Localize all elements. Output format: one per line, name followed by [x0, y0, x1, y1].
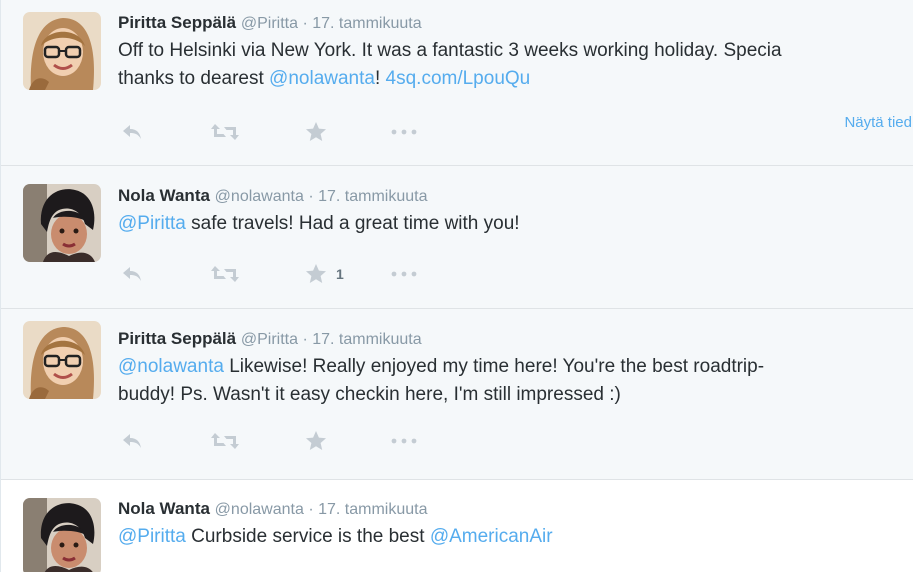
- text-segment: Curbside service is the best: [185, 526, 430, 547]
- user-handle[interactable]: @Piritta: [241, 331, 298, 348]
- more-button[interactable]: [389, 429, 419, 453]
- avatar[interactable]: [23, 184, 101, 262]
- avatar[interactable]: [23, 498, 101, 572]
- star-icon: [304, 262, 328, 286]
- reply-button[interactable]: [119, 429, 145, 453]
- retweet-button[interactable]: [209, 120, 241, 144]
- separator: ·: [308, 188, 314, 205]
- text-segment: Off to Helsinki via New York. It was a f…: [118, 40, 782, 61]
- timestamp[interactable]: 17. tammikuuta: [318, 501, 427, 518]
- tweet-content: Nola Wanta @nolawanta · 17. tammikuuta @…: [118, 185, 913, 238]
- more-icon: [389, 437, 419, 445]
- text-segment: Likewise! Really enjoyed my time here! Y…: [223, 356, 765, 377]
- retweet-icon: [209, 120, 241, 144]
- avatar[interactable]: [23, 321, 101, 399]
- tweet-content: Piritta Seppälä @Piritta · 17. tammikuut…: [118, 328, 913, 409]
- tweet[interactable]: Nola Wanta @nolawanta · 17. tammikuuta @…: [1, 166, 913, 309]
- text-segment: !: [374, 68, 386, 89]
- retweet-icon: [209, 429, 241, 453]
- text-segment: buddy! Ps. Wasn't it easy checkin here, …: [118, 384, 621, 405]
- more-icon: [389, 128, 419, 136]
- reply-icon: [119, 120, 145, 144]
- separator: ·: [302, 15, 308, 32]
- tweet-content: Piritta Seppälä @Piritta · 17. tammikuut…: [118, 12, 913, 93]
- tweet-header: Piritta Seppälä @Piritta · 17. tammikuut…: [118, 12, 913, 35]
- tweet-text: Off to Helsinki via New York. It was a f…: [118, 37, 913, 93]
- tweet-text: @nolawanta Likewise! Really enjoyed my t…: [118, 353, 913, 409]
- tweet-actions: 1: [119, 262, 819, 286]
- separator: ·: [302, 331, 308, 348]
- tweet-actions: [119, 429, 819, 453]
- retweet-button[interactable]: [209, 429, 241, 453]
- user-handle[interactable]: @nolawanta: [215, 188, 304, 205]
- tweet-actions: [119, 120, 819, 144]
- avatar-image: [23, 498, 101, 572]
- tweet[interactable]: Piritta Seppälä @Piritta · 17. tammikuut…: [1, 309, 913, 480]
- tweet-header: Piritta Seppälä @Piritta · 17. tammikuut…: [118, 328, 913, 351]
- more-button[interactable]: [389, 120, 419, 144]
- user-name[interactable]: Nola Wanta: [118, 499, 210, 518]
- tweet-text: @Piritta Curbside service is the best @A…: [118, 523, 913, 551]
- favorite-button[interactable]: [304, 120, 328, 144]
- tweet-header: Nola Wanta @nolawanta · 17. tammikuuta: [118, 185, 913, 208]
- tweet[interactable]: Nola Wanta @nolawanta · 17. tammikuuta @…: [1, 480, 913, 572]
- favorite-button[interactable]: 1: [304, 262, 344, 286]
- avatar-image: [23, 184, 101, 262]
- reply-button[interactable]: [119, 262, 145, 286]
- avatar[interactable]: [23, 12, 101, 90]
- favorite-count: 1: [336, 266, 344, 282]
- separator: ·: [308, 501, 314, 518]
- user-name[interactable]: Piritta Seppälä: [118, 329, 236, 348]
- reply-button[interactable]: [119, 120, 145, 144]
- timestamp[interactable]: 17. tammikuuta: [318, 188, 427, 205]
- tweet-text: @Piritta safe travels! Had a great time …: [118, 210, 913, 238]
- more-button[interactable]: [389, 262, 419, 286]
- text-segment: thanks to dearest: [118, 68, 270, 89]
- url-link[interactable]: 4sq.com/LpouQu: [386, 68, 531, 89]
- tweet[interactable]: Piritta Seppälä @Piritta · 17. tammikuut…: [1, 0, 913, 166]
- reply-icon: [119, 429, 145, 453]
- retweet-button[interactable]: [209, 262, 241, 286]
- star-icon: [304, 429, 328, 453]
- more-icon: [389, 270, 419, 278]
- mention-link[interactable]: @Piritta: [118, 526, 186, 547]
- reply-icon: [119, 262, 145, 286]
- avatar-image: [23, 12, 101, 90]
- tweet-content: Nola Wanta @nolawanta · 17. tammikuuta @…: [118, 498, 913, 551]
- user-name[interactable]: Nola Wanta: [118, 186, 210, 205]
- text-segment: safe travels! Had a great time with you!: [185, 213, 520, 234]
- favorite-button[interactable]: [304, 429, 328, 453]
- timestamp[interactable]: 17. tammikuuta: [312, 331, 421, 348]
- retweet-icon: [209, 262, 241, 286]
- mention-link[interactable]: @Piritta: [118, 213, 186, 234]
- star-icon: [304, 120, 328, 144]
- mention-link[interactable]: @AmericanAir: [430, 526, 553, 547]
- view-details-link[interactable]: Näytä tied: [844, 114, 912, 131]
- mention-link[interactable]: @nolawanta: [269, 68, 375, 89]
- mention-link[interactable]: @nolawanta: [118, 356, 224, 377]
- timestamp[interactable]: 17. tammikuuta: [312, 15, 421, 32]
- user-name[interactable]: Piritta Seppälä: [118, 13, 236, 32]
- tweet-header: Nola Wanta @nolawanta · 17. tammikuuta: [118, 498, 913, 521]
- timeline: Piritta Seppälä @Piritta · 17. tammikuut…: [0, 0, 913, 572]
- user-handle[interactable]: @nolawanta: [215, 501, 304, 518]
- user-handle[interactable]: @Piritta: [241, 15, 298, 32]
- avatar-image: [23, 321, 101, 399]
